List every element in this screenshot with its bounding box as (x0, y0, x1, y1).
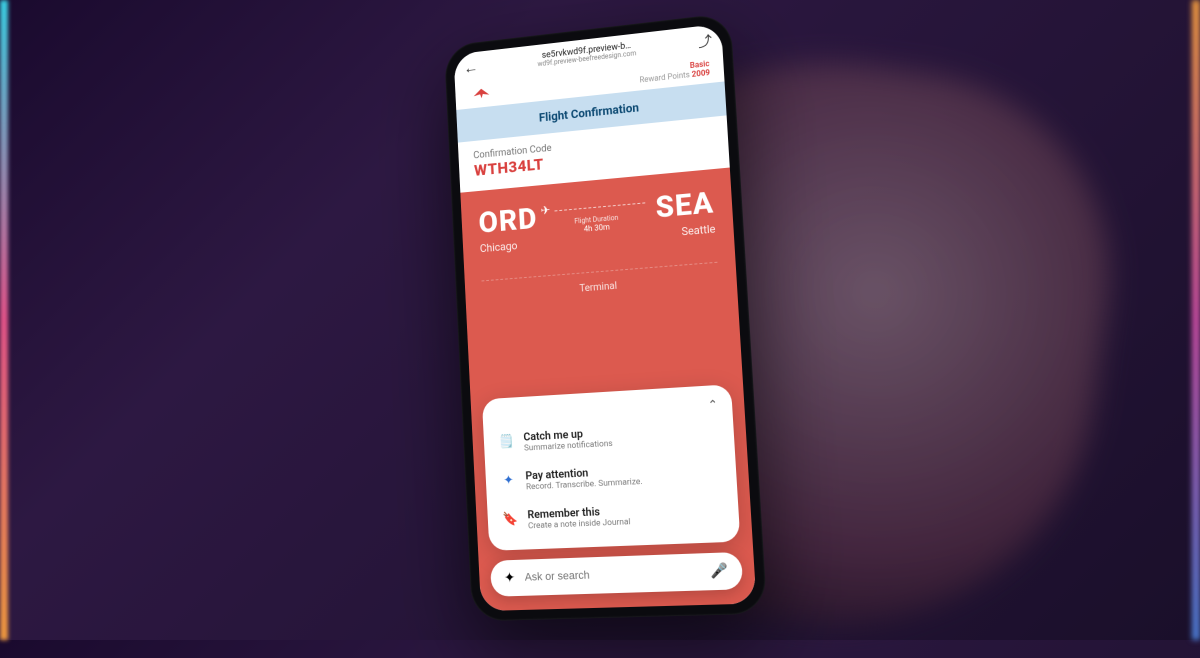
bookmark-icon: 🔖 (503, 511, 519, 528)
airline-logo-icon (468, 83, 495, 103)
phone-frame: ← se5rvkwd9f.preview-b… wd9f.preview-bee… (444, 13, 768, 622)
back-icon[interactable]: ← (463, 58, 479, 79)
destination-city: Seattle (681, 222, 716, 238)
assistant-search-input[interactable] (524, 566, 700, 584)
terminal-section: Terminal (482, 262, 719, 302)
origin-airport: ORD Chicago (478, 201, 539, 255)
assistant-search-bar[interactable]: ✦ 🎤 (490, 552, 743, 597)
banner-title: Flight Confirmation (539, 101, 640, 125)
destination-code: SEA (655, 185, 715, 225)
assistant-suggestions-card: ⌃ 🗒️Catch me upSummarize notifications✦P… (482, 384, 741, 551)
route-row: ORD Chicago ✈ Flight Duration 4h 30m SEA… (478, 185, 716, 255)
sparkle-icon: ✦ (504, 570, 516, 586)
origin-code: ORD (478, 201, 538, 240)
assistant-overlay: ⌃ 🗒️Catch me upSummarize notifications✦P… (482, 384, 743, 597)
microphone-icon[interactable]: 🎤 (710, 563, 729, 580)
document-icon: 🗒️ (499, 433, 515, 450)
destination-airport: SEA Seattle (655, 185, 716, 240)
plane-icon: ✈ (540, 203, 550, 218)
share-icon[interactable]: ⤴ (698, 31, 713, 52)
reward-points-value: 2009 (691, 68, 710, 79)
origin-city: Chicago (480, 238, 539, 256)
route-line: ✈ Flight Duration 4h 30m (546, 197, 647, 236)
sparkle-icon: ✦ (501, 472, 517, 489)
chevron-up-icon[interactable]: ⌃ (707, 397, 718, 412)
reward-status: Basic Reward Points 2009 (639, 59, 711, 84)
terminal-label: Terminal (579, 281, 617, 295)
phone-screen: ← se5rvkwd9f.preview-b… wd9f.preview-bee… (453, 24, 756, 611)
